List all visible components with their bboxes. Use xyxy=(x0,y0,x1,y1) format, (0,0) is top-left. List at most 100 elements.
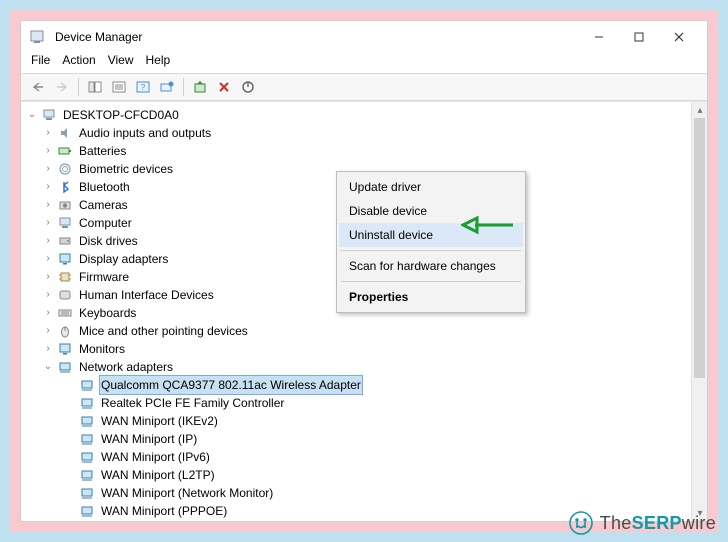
expand-icon[interactable]: › xyxy=(41,342,55,356)
collapse-icon[interactable]: ⌄ xyxy=(25,108,39,122)
device-label: WAN Miniport (IP) xyxy=(99,430,199,448)
menu-separator xyxy=(341,281,521,282)
tree-device[interactable]: WAN Miniport (IP) xyxy=(23,430,707,448)
scrollbar-thumb[interactable] xyxy=(694,118,705,378)
annotation-arrow-icon xyxy=(461,214,517,239)
expand-icon[interactable]: › xyxy=(41,180,55,194)
toolbar-separator xyxy=(78,78,79,96)
expand-icon[interactable]: › xyxy=(41,162,55,176)
monitor-ic-icon xyxy=(57,341,73,357)
menubar: File Action View Help xyxy=(21,51,707,73)
expand-icon[interactable]: › xyxy=(41,324,55,338)
tree-category[interactable]: › Audio inputs and outputs xyxy=(23,124,707,142)
keyboard-icon xyxy=(57,305,73,321)
titlebar[interactable]: Device Manager xyxy=(21,21,707,51)
category-label: Cameras xyxy=(77,196,130,214)
tree-category[interactable]: › Mice and other pointing devices xyxy=(23,322,707,340)
device-label: WAN Miniport (L2TP) xyxy=(99,466,217,484)
menu-view[interactable]: View xyxy=(108,53,134,67)
network-icon xyxy=(57,359,73,375)
battery-icon xyxy=(57,143,73,159)
context-menu: Update driver Disable device Uninstall d… xyxy=(336,171,526,313)
vertical-scrollbar[interactable]: ▴ ▾ xyxy=(691,102,707,521)
uninstall-device-button[interactable] xyxy=(213,77,235,97)
firmware-icon xyxy=(57,269,73,285)
tree-device[interactable]: WAN Miniport (IKEv2) xyxy=(23,412,707,430)
device-label: WAN Miniport (IKEv2) xyxy=(99,412,220,430)
expand-icon[interactable]: › xyxy=(41,288,55,302)
scan-hardware-button[interactable] xyxy=(156,77,178,97)
device-manager-window: Device Manager File Action View Help xyxy=(20,20,708,522)
menu-properties[interactable]: Properties xyxy=(339,285,523,309)
network-adapter-icon xyxy=(79,467,95,483)
app-icon xyxy=(29,29,45,45)
category-label: Mice and other pointing devices xyxy=(77,322,250,340)
properties-button[interactable] xyxy=(108,77,130,97)
watermark-logo-icon xyxy=(568,510,594,536)
tree-device[interactable]: Qualcomm QCA9377 802.11ac Wireless Adapt… xyxy=(23,376,707,394)
spacer xyxy=(63,378,77,392)
expand-icon[interactable]: › xyxy=(41,252,55,266)
minimize-button[interactable] xyxy=(579,25,619,49)
menu-help[interactable]: Help xyxy=(146,53,171,67)
menu-separator xyxy=(341,250,521,251)
menu-scan-hardware[interactable]: Scan for hardware changes xyxy=(339,254,523,278)
tree-category-network-adapters[interactable]: ⌄ Network adapters xyxy=(23,358,707,376)
menu-file[interactable]: File xyxy=(31,53,50,67)
collapse-icon[interactable]: ⌄ xyxy=(41,360,55,374)
category-label: Biometric devices xyxy=(77,160,175,178)
tree-category[interactable]: ›Monitors xyxy=(23,340,707,358)
disk-icon xyxy=(57,233,73,249)
device-label: Realtek PCIe FE Family Controller xyxy=(99,394,286,412)
expand-icon[interactable]: › xyxy=(41,144,55,158)
disable-device-button[interactable] xyxy=(237,77,259,97)
device-label: WAN Miniport (PPPOE) xyxy=(99,502,229,520)
expand-icon[interactable]: › xyxy=(41,270,55,284)
expand-icon[interactable]: › xyxy=(41,198,55,212)
mouse-icon xyxy=(57,323,73,339)
root-label: DESKTOP-CFCD0A0 xyxy=(61,106,181,124)
watermark-text: TheSERPwire xyxy=(600,513,716,534)
menu-update-driver[interactable]: Update driver xyxy=(339,175,523,199)
category-label: Keyboards xyxy=(77,304,138,322)
category-label: Disk drives xyxy=(77,232,140,250)
toolbar: ? xyxy=(21,73,707,101)
category-label: Bluetooth xyxy=(77,178,132,196)
spacer xyxy=(63,396,77,410)
show-hide-console-button[interactable] xyxy=(84,77,106,97)
tree-device[interactable]: WAN Miniport (L2TP) xyxy=(23,466,707,484)
network-adapter-icon xyxy=(79,485,95,501)
expand-icon[interactable]: › xyxy=(41,306,55,320)
device-label: Qualcomm QCA9377 802.11ac Wireless Adapt… xyxy=(99,375,363,395)
tree-device[interactable]: WAN Miniport (IPv6) xyxy=(23,448,707,466)
display-icon xyxy=(57,251,73,267)
maximize-button[interactable] xyxy=(619,25,659,49)
window-title: Device Manager xyxy=(55,30,142,44)
tree-device[interactable]: Realtek PCIe FE Family Controller xyxy=(23,394,707,412)
audio-icon xyxy=(57,125,73,141)
close-button[interactable] xyxy=(659,25,699,49)
device-label: WAN Miniport (PPTP) xyxy=(99,520,219,521)
category-label: Firmware xyxy=(77,268,131,286)
category-label: Display adapters xyxy=(77,250,170,268)
spacer xyxy=(63,486,77,500)
category-label: Computer xyxy=(77,214,134,232)
tree-category[interactable]: ›Batteries xyxy=(23,142,707,160)
toolbar-separator xyxy=(183,78,184,96)
expand-icon[interactable]: › xyxy=(41,216,55,230)
update-driver-button[interactable] xyxy=(189,77,211,97)
tree-device[interactable]: WAN Miniport (Network Monitor) xyxy=(23,484,707,502)
spacer xyxy=(63,414,77,428)
tree-root[interactable]: ⌄ DESKTOP-CFCD0A0 xyxy=(23,106,707,124)
expand-icon[interactable]: › xyxy=(41,234,55,248)
network-adapter-icon xyxy=(79,503,95,519)
forward-button[interactable] xyxy=(51,77,73,97)
menu-action[interactable]: Action xyxy=(62,53,95,67)
expand-icon[interactable]: › xyxy=(41,126,55,140)
biometric-icon xyxy=(57,161,73,177)
scroll-up-button[interactable]: ▴ xyxy=(692,102,707,118)
hid-icon xyxy=(57,287,73,303)
category-label: Audio inputs and outputs xyxy=(77,124,213,142)
back-button[interactable] xyxy=(27,77,49,97)
help-button[interactable]: ? xyxy=(132,77,154,97)
